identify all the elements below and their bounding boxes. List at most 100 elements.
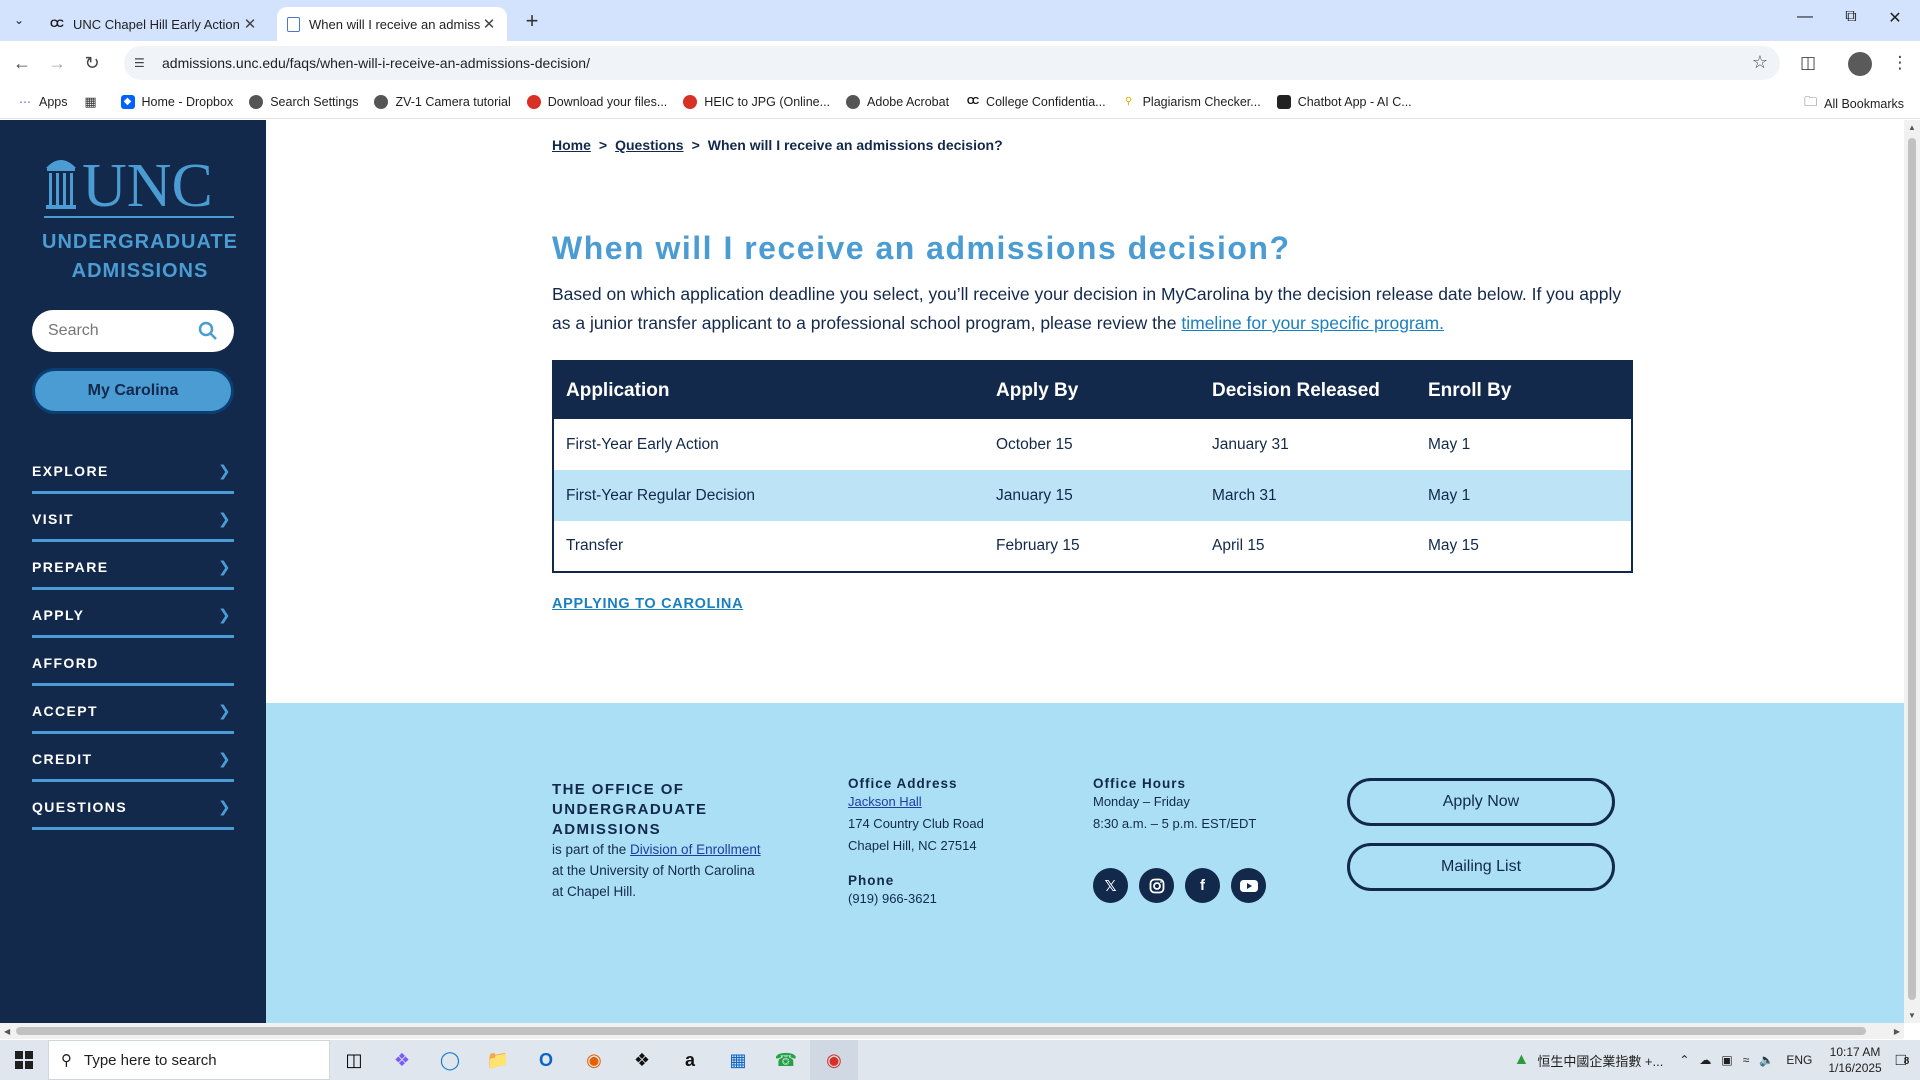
notification-center-icon[interactable]: □ 8	[1896, 1050, 1910, 1070]
facebook-icon[interactable]: f	[1185, 868, 1220, 903]
scroll-up-icon[interactable]: ▲	[1908, 123, 1916, 132]
outlook-icon[interactable]: O	[522, 1040, 570, 1080]
stock-ticker[interactable]: 恒生中國企業指數 +...	[1537, 1051, 1663, 1070]
scrollbar-thumb[interactable]	[16, 1027, 1866, 1035]
youtube-icon[interactable]	[1231, 868, 1266, 903]
bookmark-zv1[interactable]: ZV-1 Camera tutorial	[374, 94, 511, 109]
extensions-icon[interactable]: ◫	[1795, 50, 1821, 76]
taskbar-search-box[interactable]: ⚲ Type here to search	[48, 1040, 330, 1080]
bookmark-dropbox[interactable]: ◆ Home - Dropbox	[120, 94, 233, 109]
task-view-icon[interactable]: ◫	[330, 1040, 378, 1080]
address-heading: Office Address	[848, 776, 958, 791]
search-icon[interactable]	[198, 321, 218, 341]
site-settings-icon[interactable]: ☰	[134, 56, 150, 70]
phone-number[interactable]: (919) 966-3621	[848, 888, 937, 910]
horizontal-scrollbar[interactable]: ◀ ▶	[0, 1023, 1904, 1039]
my-carolina-button[interactable]: My Carolina	[32, 368, 234, 414]
minimize-icon[interactable]: —	[1790, 8, 1820, 26]
mailing-list-button[interactable]: Mailing List	[1347, 843, 1615, 891]
clock[interactable]: 10:17 AM 1/16/2025	[1828, 1044, 1881, 1076]
sidebar-item-accept[interactable]: ACCEPT ❯	[32, 686, 234, 734]
browser-tab-active[interactable]: When will I receive an admissio ✕	[277, 7, 507, 41]
address-bar[interactable]: ☰ admissions.unc.edu/faqs/when-will-i-re…	[124, 46, 1780, 80]
chevron-right-icon: ❯	[218, 750, 232, 768]
scroll-down-icon[interactable]: ▼	[1908, 1011, 1916, 1020]
amazon-icon[interactable]: a	[666, 1040, 714, 1080]
profile-avatar[interactable]	[1848, 52, 1872, 76]
chrome-icon[interactable]: ◉	[810, 1040, 858, 1080]
bookmark-chatbot[interactable]: Chatbot App - AI C...	[1276, 94, 1412, 109]
table-cell: First-Year Regular Decision	[553, 470, 984, 521]
microsoft-store-icon[interactable]: ▦	[714, 1040, 762, 1080]
vertical-scrollbar[interactable]: ▲ ▼	[1904, 120, 1920, 1023]
instagram-icon[interactable]	[1139, 868, 1174, 903]
division-of-enrollment-link[interactable]: Division of Enrollment	[630, 842, 761, 857]
display-icon[interactable]: ▣	[1721, 1053, 1732, 1067]
forward-icon[interactable]: →	[45, 51, 69, 75]
bookmark-download[interactable]: Download your files...	[526, 94, 667, 109]
back-icon[interactable]: ←	[10, 51, 34, 75]
applying-to-carolina-link[interactable]: APPLYING TO CAROLINA	[552, 596, 743, 612]
social-links: 𝕏 f	[1093, 868, 1266, 903]
file-explorer-icon[interactable]: 📁	[474, 1040, 522, 1080]
volume-icon[interactable]: 🔈	[1759, 1053, 1774, 1067]
globe-icon	[249, 94, 264, 109]
input-language[interactable]: ENG	[1786, 1053, 1812, 1067]
dropbox-icon[interactable]: ❖	[618, 1040, 666, 1080]
browser-tab-early-action[interactable]: CC UNC Chapel Hill Early Action fo ✕	[38, 7, 268, 41]
x-icon[interactable]: 𝕏	[1093, 868, 1128, 903]
copilot-icon[interactable]: ❖	[378, 1040, 426, 1080]
new-tab-button[interactable]: +	[520, 8, 544, 34]
windows-start-button[interactable]	[0, 1040, 48, 1080]
bookmark-grid[interactable]: ▦	[84, 94, 105, 109]
page-favicon-icon	[287, 16, 300, 32]
breadcrumb-questions-link[interactable]: Questions	[615, 137, 683, 153]
bookmark-heic[interactable]: HEIC to JPG (Online...	[683, 94, 830, 109]
bookmark-star-icon[interactable]: ☆	[1752, 52, 1768, 73]
bookmark-plagiarism[interactable]: ⚲ Plagiarism Checker...	[1122, 95, 1261, 109]
jackson-hall-link[interactable]: Jackson Hall	[848, 794, 922, 809]
program-timeline-link[interactable]: timeline for your specific program.	[1181, 313, 1444, 333]
globe-icon	[374, 94, 389, 109]
taskbar-search-placeholder[interactable]: Type here to search	[84, 1052, 217, 1069]
reload-icon[interactable]: ↻	[80, 51, 104, 75]
search-input[interactable]: Search	[48, 322, 198, 340]
sidebar-search[interactable]: Search	[32, 310, 234, 352]
scroll-left-icon[interactable]: ◀	[4, 1027, 10, 1036]
sidebar-item-apply[interactable]: APPLY ❯	[32, 590, 234, 638]
bookmark-search-settings[interactable]: Search Settings	[249, 94, 358, 109]
sidebar-item-questions[interactable]: QUESTIONS ❯	[32, 782, 234, 830]
menu-kebab-icon[interactable]: ⋮	[1887, 50, 1913, 76]
onedrive-icon[interactable]: ☁	[1699, 1053, 1711, 1067]
sidebar-item-prepare[interactable]: PREPARE ❯	[32, 542, 234, 590]
scroll-right-icon[interactable]: ▶	[1894, 1027, 1900, 1036]
edge-icon[interactable]: ◯	[426, 1040, 474, 1080]
old-well-icon: UNC	[46, 152, 213, 220]
show-hidden-icons-icon[interactable]: ⌃	[1679, 1053, 1689, 1067]
unc-logo[interactable]: UNC	[44, 150, 236, 220]
sidebar-item-visit[interactable]: VISIT ❯	[32, 494, 234, 542]
close-tab-icon[interactable]: ✕	[481, 15, 497, 33]
breadcrumb-separator-icon: >	[598, 137, 608, 153]
wifi-icon[interactable]: ≈	[1743, 1053, 1750, 1067]
url-text[interactable]: admissions.unc.edu/faqs/when-will-i-rece…	[162, 55, 590, 71]
scrollbar-thumb[interactable]	[1908, 138, 1916, 1000]
breadcrumb-home-link[interactable]: Home	[552, 137, 591, 153]
bookmark-apps[interactable]: ⋯ Apps	[18, 95, 68, 109]
sidebar-item-afford[interactable]: AFFORD	[32, 638, 234, 686]
sidebar-item-credit[interactable]: CREDIT ❯	[32, 734, 234, 782]
table-cell: January 31	[1212, 435, 1289, 453]
firefox-icon[interactable]: ◉	[570, 1040, 618, 1080]
bookmark-acrobat[interactable]: Adobe Acrobat	[846, 94, 949, 109]
close-tab-icon[interactable]: ✕	[242, 15, 258, 33]
close-window-icon[interactable]: ✕	[1880, 8, 1910, 28]
red-circle-icon	[526, 94, 541, 109]
all-bookmarks[interactable]: 🗀 All Bookmarks	[1804, 93, 1904, 115]
restore-icon[interactable]: ⧉	[1836, 8, 1866, 26]
office-name: THE OFFICE OF UNDERGRADUATE ADMISSIONS	[552, 781, 708, 838]
whatsapp-icon[interactable]: ☎	[762, 1040, 810, 1080]
bookmark-college-confidential[interactable]: CC College Confidentia...	[965, 95, 1106, 109]
apply-now-button[interactable]: Apply Now	[1347, 778, 1615, 826]
sidebar-item-explore[interactable]: EXPLORE ❯	[32, 446, 234, 494]
tab-search-button[interactable]: ⌄	[7, 8, 31, 32]
